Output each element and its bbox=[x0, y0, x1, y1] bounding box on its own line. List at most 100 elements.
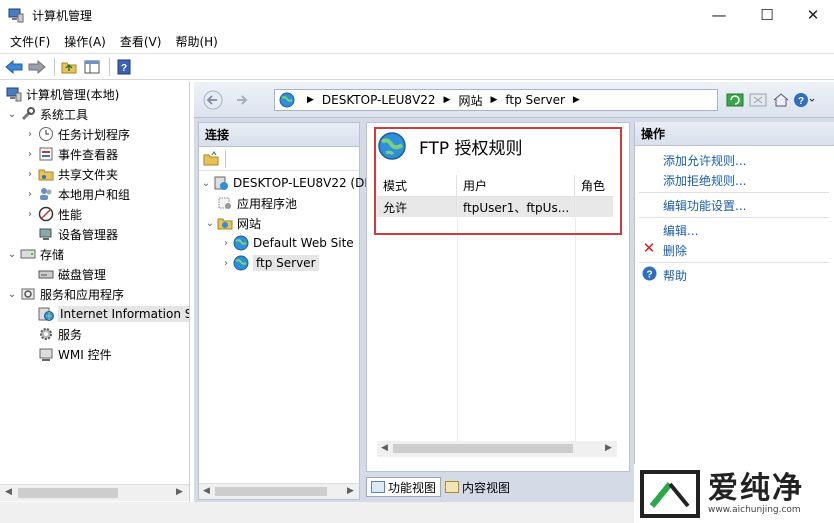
conn-item-sites[interactable]: ⌄ 网站 bbox=[205, 213, 261, 233]
toolbar-separator bbox=[54, 57, 55, 76]
tree-item-performance[interactable]: › 性能 bbox=[24, 204, 82, 224]
clock-icon bbox=[38, 126, 54, 142]
breadcrumb-sites[interactable]: 网站 bbox=[458, 92, 482, 109]
tree-item-shared-folders[interactable]: › 共享文件夹 bbox=[24, 164, 118, 184]
device-manager-icon bbox=[38, 226, 54, 242]
chevron-right-icon[interactable]: › bbox=[24, 129, 36, 140]
refresh-icon[interactable] bbox=[724, 90, 746, 110]
chevron-right-icon[interactable]: › bbox=[24, 189, 36, 200]
actions-separator bbox=[639, 192, 829, 193]
minimize-button[interactable]: — bbox=[696, 0, 742, 30]
menu-action[interactable]: 操作(A) bbox=[57, 33, 113, 50]
sites-folder-icon bbox=[217, 215, 233, 231]
menu-view[interactable]: 查看(V) bbox=[113, 33, 169, 50]
conn-item-app-pools[interactable]: 应用程序池 bbox=[215, 193, 297, 213]
menu-help[interactable]: 帮助(H) bbox=[168, 33, 224, 50]
tree-item-disk-management[interactable]: 磁盘管理 bbox=[36, 264, 106, 284]
conn-item-ftp-server[interactable]: › ftp Server bbox=[221, 253, 319, 273]
chevron-right-icon[interactable]: › bbox=[24, 169, 36, 180]
breadcrumb-separator-icon: ▶ bbox=[490, 95, 498, 105]
delete-x-icon: ✕ bbox=[642, 239, 656, 257]
window-title: 计算机管理 bbox=[32, 8, 93, 23]
server-icon bbox=[213, 175, 229, 191]
close-button[interactable]: ✕ bbox=[790, 0, 834, 30]
storage-icon bbox=[20, 246, 36, 262]
tree-horizontal-scrollbar[interactable]: ◀ ▶ bbox=[0, 484, 189, 501]
computer-management-icon bbox=[8, 7, 24, 23]
tab-features-view[interactable]: 功能视图 bbox=[366, 477, 442, 497]
scroll-thumb[interactable] bbox=[18, 488, 118, 498]
tree-item-task-scheduler[interactable]: › 任务计划程序 bbox=[24, 124, 130, 144]
toolbar-separator bbox=[225, 149, 226, 168]
toolbar-separator bbox=[109, 57, 110, 76]
connections-horizontal-scrollbar[interactable]: ◀ ▶ bbox=[199, 483, 359, 499]
content-view-icon bbox=[445, 481, 460, 493]
home-icon[interactable] bbox=[770, 90, 792, 110]
title-bar: 计算机管理 — ☐ ✕ bbox=[0, 0, 834, 30]
tree-item-root[interactable]: 计算机管理(本地) bbox=[4, 84, 119, 104]
conn-item-server[interactable]: ⌄ DESKTOP-LEU8V22 (DES bbox=[201, 173, 380, 193]
chevron-down-icon[interactable]: ⌄ bbox=[6, 109, 18, 120]
menu-bar: 文件(F) 操作(A) 查看(V) 帮助(H) bbox=[0, 30, 834, 52]
back-arrow-icon[interactable] bbox=[4, 57, 24, 77]
actions-pane: 操作 添加允许规则... 添加拒绝规则... 编辑功能设置... 编辑... ✕… bbox=[634, 122, 834, 500]
grid-horizontal-scrollbar[interactable]: ◀ ▶ bbox=[377, 441, 617, 457]
connections-pane: 连接 ⌄ DESKTOP-LEU8V22 (DES 应用程序池 ⌄ 网站 › D… bbox=[198, 122, 380, 500]
address-breadcrumb[interactable]: ▶ DESKTOP-LEU8V22 ▶ 网站 ▶ ftp Server ▶ bbox=[274, 89, 718, 111]
chevron-right-icon[interactable]: › bbox=[24, 149, 36, 160]
scroll-thumb[interactable] bbox=[393, 444, 573, 453]
chevron-right-icon[interactable]: › bbox=[221, 258, 231, 269]
help-book-icon[interactable]: ? bbox=[114, 57, 134, 77]
scroll-right-icon[interactable]: ▶ bbox=[176, 487, 183, 497]
add-deny-rule-link[interactable]: 添加拒绝规则... bbox=[663, 172, 746, 189]
tree-item-system-tools[interactable]: ⌄ 系统工具 bbox=[6, 104, 88, 124]
chevron-down-icon[interactable]: ⌄ bbox=[6, 289, 18, 300]
help-circle-icon[interactable]: ? bbox=[793, 90, 815, 110]
tools-icon bbox=[20, 106, 36, 122]
svg-text:?: ? bbox=[646, 269, 652, 280]
nav-back-icon[interactable] bbox=[200, 89, 226, 111]
tree-item-iis[interactable]: Internet Information S bbox=[36, 304, 189, 324]
scroll-left-icon[interactable]: ◀ bbox=[5, 487, 12, 497]
tree-item-event-viewer[interactable]: › 事件查看器 bbox=[24, 144, 118, 164]
stop-icon[interactable] bbox=[747, 90, 769, 110]
breadcrumb-ftp-server[interactable]: ftp Server bbox=[505, 93, 565, 107]
scroll-right-icon[interactable]: ▶ bbox=[605, 443, 612, 453]
menu-file[interactable]: 文件(F) bbox=[3, 33, 57, 50]
chevron-right-icon[interactable]: › bbox=[24, 209, 36, 220]
edit-feature-settings-link[interactable]: 编辑功能设置... bbox=[663, 197, 746, 214]
connect-icon[interactable] bbox=[203, 150, 221, 167]
folder-up-icon[interactable] bbox=[59, 57, 79, 77]
tab-content-view[interactable]: 内容视图 bbox=[441, 477, 514, 497]
forward-arrow-icon[interactable] bbox=[27, 57, 47, 77]
tree-item-device-manager[interactable]: 设备管理器 bbox=[36, 224, 118, 244]
iis-icon bbox=[38, 306, 54, 322]
iis-manager: ▶ DESKTOP-LEU8V22 ▶ 网站 ▶ ftp Server ▶ ? … bbox=[194, 82, 834, 502]
nav-forward-icon[interactable] bbox=[228, 89, 254, 111]
maximize-button[interactable]: ☐ bbox=[744, 0, 790, 30]
chevron-down-icon[interactable]: ⌄ bbox=[201, 178, 211, 189]
breadcrumb-server[interactable]: DESKTOP-LEU8V22 bbox=[322, 93, 436, 107]
conn-item-default-site[interactable]: › Default Web Site bbox=[221, 233, 354, 253]
tree-item-local-users[interactable]: › 本地用户和组 bbox=[24, 184, 130, 204]
add-allow-rule-link[interactable]: 添加允许规则... bbox=[663, 152, 746, 169]
tree-item-wmi[interactable]: WMI 控件 bbox=[36, 344, 112, 364]
watermark-brand: 爱纯净 bbox=[708, 470, 804, 506]
chevron-right-icon[interactable]: › bbox=[221, 238, 231, 249]
scroll-thumb[interactable] bbox=[215, 487, 327, 496]
help-link[interactable]: 帮助 bbox=[663, 267, 687, 284]
scroll-right-icon[interactable]: ▶ bbox=[347, 486, 354, 496]
scroll-left-icon[interactable]: ◀ bbox=[381, 443, 388, 453]
tree-item-services[interactable]: 服务 bbox=[36, 324, 82, 344]
tree-item-services-apps[interactable]: ⌄ 服务和应用程序 bbox=[6, 284, 124, 304]
chevron-down-icon[interactable]: ⌄ bbox=[205, 218, 215, 229]
chevron-down-icon[interactable]: ⌄ bbox=[6, 249, 18, 260]
edit-link[interactable]: 编辑... bbox=[663, 222, 698, 239]
address-toolbar: ? bbox=[724, 90, 816, 110]
scroll-left-icon[interactable]: ◀ bbox=[203, 486, 210, 496]
console-tree-icon[interactable] bbox=[82, 57, 102, 77]
tree-item-storage[interactable]: ⌄ 存储 bbox=[6, 244, 64, 264]
app-pool-icon bbox=[217, 195, 233, 211]
connections-header: 连接 bbox=[199, 123, 359, 147]
delete-link[interactable]: 删除 bbox=[663, 242, 687, 259]
